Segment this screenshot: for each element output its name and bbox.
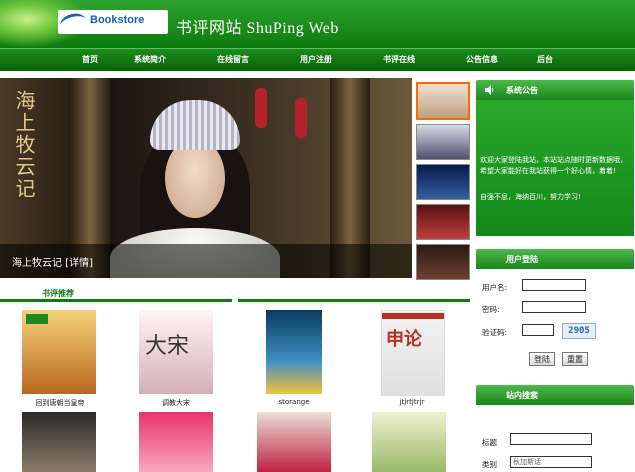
captcha-input[interactable] (522, 324, 554, 336)
notice-title: 系统公告 (506, 86, 538, 95)
site-logo[interactable]: Bookstore (58, 10, 168, 35)
book-cover[interactable]: 大宋 (139, 310, 213, 394)
book-cover[interactable] (22, 310, 96, 394)
book-cover[interactable] (266, 310, 322, 394)
captcha-label: 验证码: (482, 328, 508, 337)
banner-figure-face (165, 138, 225, 218)
logo-text: Bookstore (90, 14, 145, 26)
main-nav: 首页 系统简介 在线留言 用户注册 书评在线 公告信息 后台 (0, 48, 635, 71)
nav-guestbook[interactable]: 在线留言 (217, 54, 249, 65)
thumbnail-2[interactable] (416, 124, 470, 160)
lantern (295, 98, 307, 138)
logo-swoosh-icon (58, 10, 88, 35)
recommend-title: 书评推荐 (42, 289, 74, 298)
banner-calligraphy: 海上牧云记 (12, 90, 36, 200)
thumbnail-1[interactable] (416, 82, 470, 120)
lantern (255, 88, 267, 128)
password-input[interactable] (522, 301, 586, 313)
login-header: 用户登陆 (476, 249, 634, 269)
book-cover[interactable] (257, 412, 331, 472)
book-title[interactable]: 回到唐朝当皇帝 (10, 398, 110, 408)
nav-intro[interactable]: 系统简介 (134, 54, 166, 65)
header: Bookstore 书评网站 ShuPing Web (0, 0, 635, 48)
thumbnail-5[interactable] (416, 244, 470, 280)
nav-notice[interactable]: 公告信息 (466, 54, 498, 65)
captcha-image[interactable]: 2905 (562, 323, 596, 339)
reset-button[interactable]: 重置 (562, 352, 588, 366)
search-title-input[interactable] (510, 433, 592, 445)
password-label: 密码: (482, 305, 500, 314)
nav-home[interactable]: 首页 (82, 54, 98, 65)
login-form: 用户名: 密码: 验证码: 2905 登陆 重置 (476, 270, 634, 370)
search-title: 站内搜索 (506, 391, 538, 400)
book-cover[interactable] (139, 412, 213, 472)
search-form: 标题 类别 秋加斯话 (476, 406, 634, 469)
book-cover[interactable] (372, 412, 446, 472)
notice-header: 系统公告 (476, 80, 634, 100)
search-header: 站内搜索 (476, 385, 634, 405)
speaker-icon (485, 85, 494, 95)
recommend-header: 书评推荐 (0, 285, 470, 303)
banner-caption: 海上牧云记 [详情] (0, 244, 412, 278)
banner-caption-link[interactable]: 海上牧云记 [详情] (12, 254, 93, 269)
nav-admin[interactable]: 后台 (537, 54, 553, 65)
thumbnail-4[interactable] (416, 204, 470, 240)
site-title: 书评网站 ShuPing Web (176, 20, 339, 37)
book-cover[interactable] (22, 412, 96, 472)
search-category-select[interactable]: 秋加斯话 (510, 456, 592, 468)
search-category-label: 类别 (482, 460, 497, 469)
nav-register[interactable]: 用户注册 (300, 54, 332, 65)
nav-reviews[interactable]: 书评在线 (383, 54, 415, 65)
username-label: 用户名: (482, 283, 508, 292)
username-input[interactable] (522, 279, 586, 291)
search-title-label: 标题 (482, 438, 497, 447)
notice-text-2: 自强不息，海纳百川，努力学习! (480, 193, 581, 201)
thumbnail-3[interactable] (416, 164, 470, 200)
login-button[interactable]: 登陆 (529, 352, 555, 366)
category-selected-value: 秋加斯话 (513, 458, 541, 466)
login-title: 用户登陆 (506, 255, 538, 264)
book-title[interactable]: 调教大宋 (126, 398, 226, 408)
notice-body: 欢迎大家登陆我站，本站站点随时更新数据哦，希望大家能好在我站获得一个好心情，着着… (476, 100, 634, 236)
book-cover[interactable]: 申论 (381, 310, 445, 396)
book-badge (26, 314, 48, 324)
book-title[interactable]: storange (244, 398, 344, 406)
book-cover-art: 申论 (386, 329, 422, 350)
banner-slideshow[interactable]: 海上牧云记 海上牧云记 [详情] (0, 78, 412, 278)
book-title[interactable]: jtjrtjtrjr (362, 398, 462, 406)
book-cover-art: 大宋 (145, 334, 190, 359)
notice-text-1: 欢迎大家登陆我站，本站站点随时更新数据哦，希望大家能好在我站获得一个好心情，着着… (480, 156, 627, 175)
